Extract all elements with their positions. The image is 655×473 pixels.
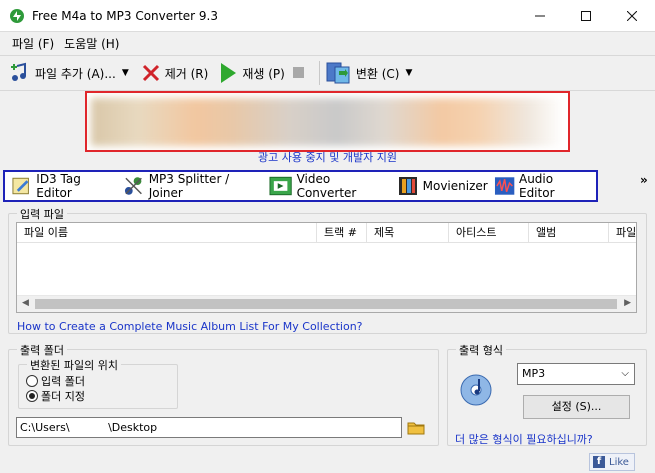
minimize-icon <box>535 15 545 16</box>
output-folder-label: 출력 폴더 <box>17 342 67 358</box>
tool-mp3-splitter-joiner[interactable]: MP3 Splitter / Joiner <box>123 172 263 200</box>
maximize-button[interactable] <box>563 0 609 31</box>
tool-label: MP3 Splitter / Joiner <box>148 172 230 200</box>
column-header-track[interactable]: 트랙 # <box>317 223 367 242</box>
column-header-album[interactable]: 앨범 <box>529 223 609 242</box>
stop-button[interactable] <box>292 59 309 87</box>
remove-button[interactable]: 제거 (R) <box>141 59 209 87</box>
toolbar-separator <box>318 61 320 85</box>
convert-label: 변환 (C) <box>355 66 400 81</box>
column-header-artist[interactable]: 아티스트 <box>449 223 529 242</box>
video-converter-icon <box>269 176 293 196</box>
add-files-dropdown-icon[interactable]: ▼ <box>122 68 129 78</box>
browse-folder-icon[interactable] <box>406 417 426 437</box>
tool-label: Audio Editor <box>518 172 555 200</box>
output-path-input[interactable]: C:\Users\ \Desktop <box>16 417 402 438</box>
ad-image <box>91 98 564 146</box>
menu-file[interactable]: 파일 (F) <box>8 35 58 52</box>
output-format-select[interactable]: MP3 ⌵ <box>517 363 635 385</box>
related-tools-bar: ID3 Tag Editor MP3 Splitter / Joiner Vid… <box>3 170 598 202</box>
chevron-down-icon: ⌵ <box>621 368 629 379</box>
play-icon <box>221 63 237 83</box>
ad-banner[interactable] <box>85 91 570 152</box>
stop-icon <box>292 67 304 78</box>
column-header-file[interactable]: 파일 <box>609 223 636 242</box>
window-title: Free M4a to MP3 Converter 9.3 <box>32 8 218 23</box>
tool-movienizer[interactable]: Movienizer <box>397 175 488 197</box>
tool-video-converter[interactable]: Video Converter <box>269 172 390 200</box>
tool-audio-editor[interactable]: Audio Editor <box>494 172 590 200</box>
converted-location-label: 변환된 파일의 위치 <box>27 357 121 373</box>
album-list-help-link[interactable]: How to Create a Complete Music Album Lis… <box>17 320 363 333</box>
play-label: 재생 (P) <box>242 66 285 81</box>
disable-ads-link[interactable]: 광고 사용 중지 및 개발자 지원 <box>0 149 655 165</box>
output-format-label: 출력 형식 <box>456 342 506 358</box>
radio-specify-folder[interactable]: 폴더 지정 <box>26 388 85 404</box>
maximize-icon <box>581 10 591 21</box>
radio-specify-folder-label: 폴더 지정 <box>41 390 85 403</box>
menu-help[interactable]: 도움말 (H) <box>60 35 123 52</box>
close-button[interactable] <box>609 0 655 31</box>
facebook-icon: f <box>593 456 605 468</box>
tool-id3-tag-editor[interactable]: ID3 Tag Editor <box>11 172 117 200</box>
radio-input-folder[interactable]: 입력 폴더 <box>26 373 85 389</box>
scroll-left-icon[interactable]: ◀ <box>22 298 29 308</box>
tool-label: Video Converter <box>296 172 357 200</box>
scroll-right-icon[interactable]: ▶ <box>624 298 631 308</box>
radio-input-folder-label: 입력 폴더 <box>41 375 85 388</box>
app-icon <box>10 8 24 23</box>
tool-label: ID3 Tag Editor <box>36 172 81 200</box>
audio-editor-icon <box>494 177 515 195</box>
convert-button[interactable]: 변환 (C) ▼ <box>326 59 421 87</box>
play-button[interactable]: 재생 (P) <box>218 59 285 87</box>
audio-cd-icon <box>460 374 492 406</box>
settings-button[interactable]: 설정 (S)... <box>523 395 630 419</box>
horizontal-scrollbar[interactable]: ◀ ▶ <box>17 295 636 312</box>
more-tools-chevron-icon[interactable]: » <box>640 173 648 187</box>
id3-tag-icon <box>12 177 29 195</box>
more-formats-link[interactable]: 더 많은 형식이 필요하십니까? <box>455 431 593 447</box>
facebook-like-button[interactable]: f Like <box>589 453 635 471</box>
convert-dropdown-icon[interactable]: ▼ <box>405 68 412 78</box>
minimize-button[interactable] <box>517 0 563 31</box>
radio-input-folder-dot[interactable] <box>26 375 38 387</box>
remove-x-icon <box>142 64 159 82</box>
movienizer-icon <box>398 177 417 195</box>
toolbar: 파일 추가 (A)... ▼ 제거 (R) 재생 (P) 변환 (C) ▼ <box>0 55 655 91</box>
file-list-header: 파일 이름 트랙 # 제목 아티스트 앨범 파일 <box>17 223 636 243</box>
tool-label: Movienizer <box>422 179 488 193</box>
scrollbar-thumb[interactable] <box>35 299 617 309</box>
add-files-button[interactable]: 파일 추가 (A)... ▼ <box>9 59 137 87</box>
remove-label: 제거 (R) <box>164 66 209 81</box>
splitter-icon <box>125 177 143 195</box>
title-bar: Free M4a to MP3 Converter 9.3 <box>0 0 655 31</box>
menu-bar: 파일 (F) 도움말 (H) <box>0 31 655 55</box>
output-format-value: MP3 <box>522 367 546 380</box>
column-header-filename[interactable]: 파일 이름 <box>17 223 317 242</box>
convert-icon <box>326 62 350 84</box>
radio-specify-folder-dot[interactable] <box>26 390 38 402</box>
like-label: Like <box>609 456 629 468</box>
add-music-icon <box>11 62 26 81</box>
main-panel: 광고 사용 중지 및 개발자 지원 ID3 Tag Editor MP3 Spl… <box>0 91 655 473</box>
column-header-title[interactable]: 제목 <box>367 223 449 242</box>
add-files-label: 파일 추가 (A)... <box>35 66 116 81</box>
close-icon <box>627 10 637 21</box>
file-list[interactable]: 파일 이름 트랙 # 제목 아티스트 앨범 파일 ◀ ▶ <box>16 222 637 313</box>
input-files-label: 입력 파일 <box>17 206 67 222</box>
